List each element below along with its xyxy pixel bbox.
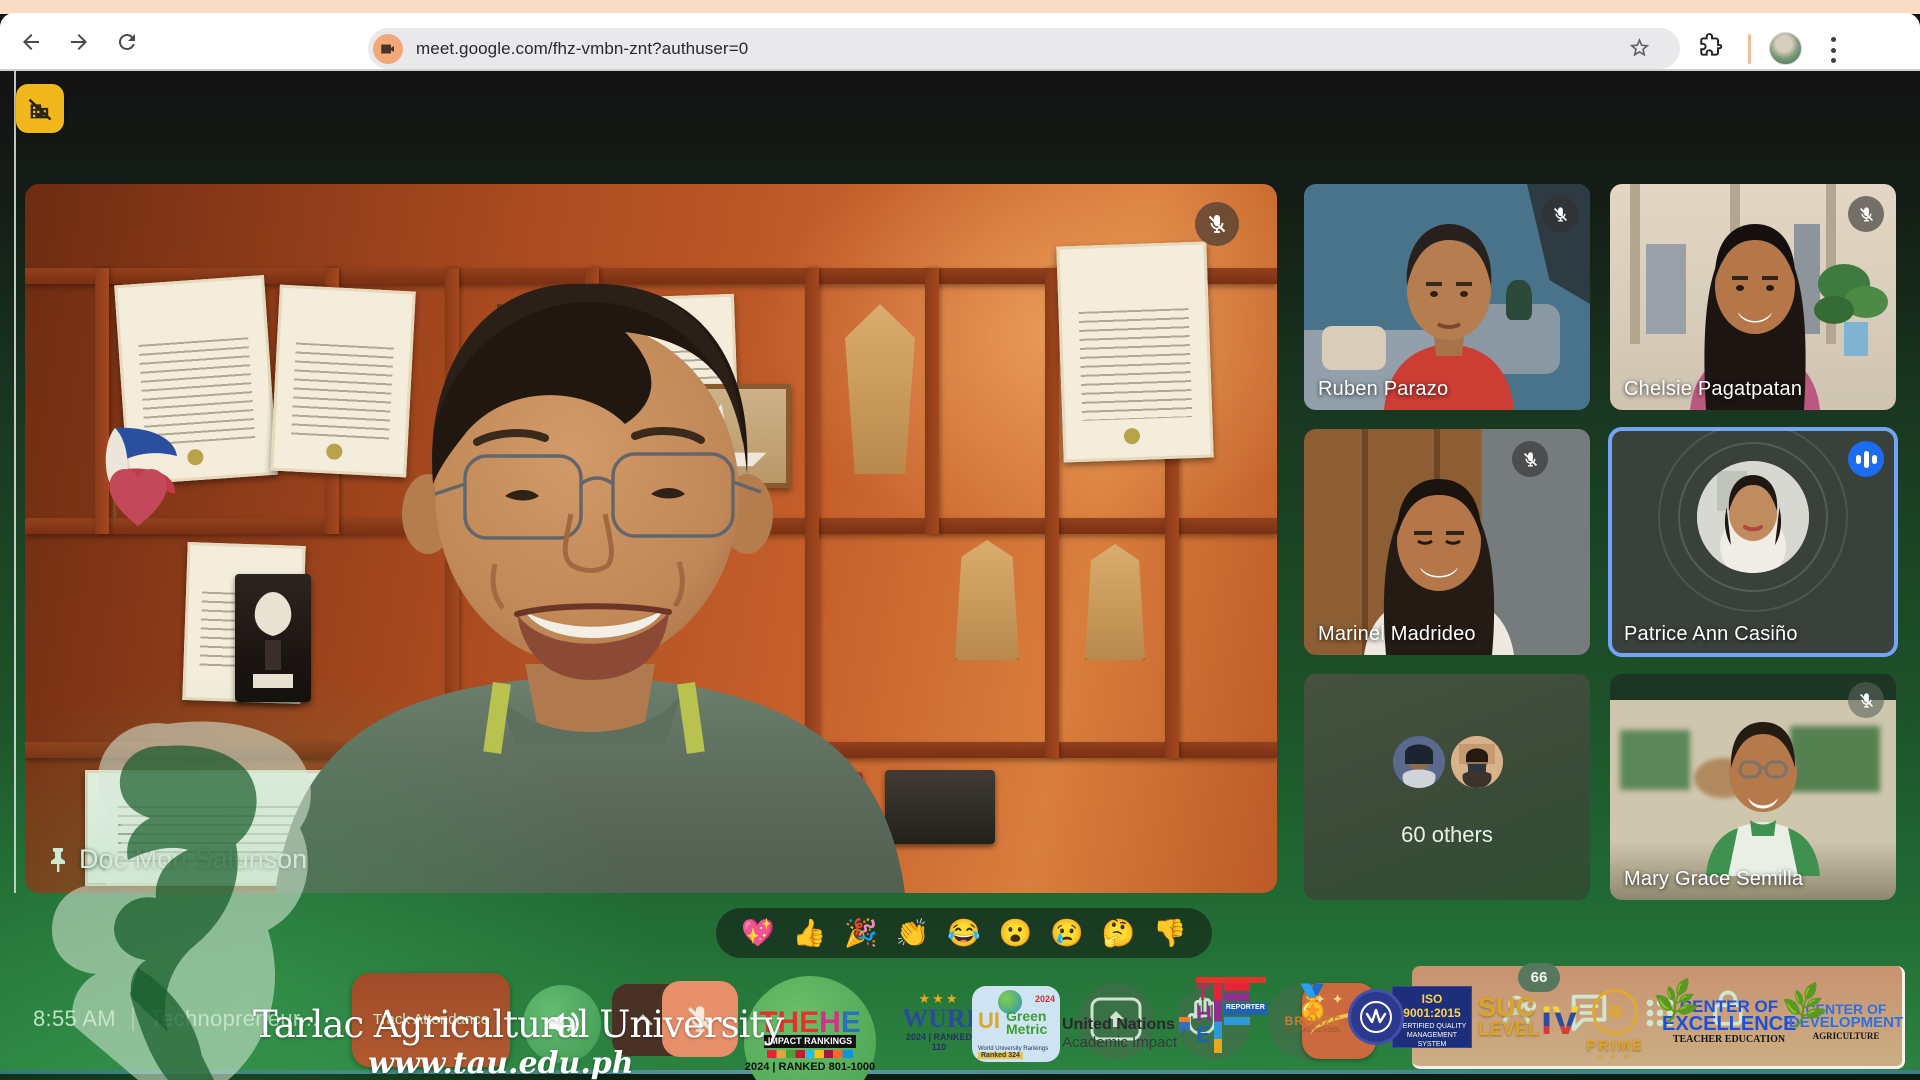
speaking-audio-indicator (1848, 441, 1884, 477)
mic-off-indicator (1195, 202, 1239, 246)
mic-off-indicator (1542, 196, 1578, 232)
toolbar-divider (1748, 34, 1751, 64)
reaction-laugh[interactable]: 😂 (947, 917, 981, 949)
screen: meet.google.com/fhz-vmbn-znt?authuser=0 (0, 0, 1920, 1080)
logo-suc-level: SUC LEVEL (1478, 996, 1539, 1041)
reporter-red-bar (1196, 977, 1266, 983)
others-avatar (1393, 736, 1445, 788)
logo-center-of-excellence: 🌿 CENTER OF EXCELLENCE TEACHER EDUCATION (1662, 999, 1796, 1045)
logo-ui-greenmetric: 2024 UI GreenMetric World University Ran… (972, 986, 1060, 1062)
mic-off-indicator (1848, 196, 1884, 232)
back-button[interactable] (14, 25, 48, 59)
reaction-thumbs-down[interactable]: 👎 (1153, 917, 1187, 949)
forward-arrow-icon (67, 30, 91, 54)
logo-center-of-development: 🌿 CENTER OF DEVELOPMENT AGRICULTURE (1788, 1003, 1904, 1041)
participant-name: Mary Grace Semilla (1624, 868, 1803, 891)
logo-prime-hrm: ❁ PRIME H R M (1584, 989, 1646, 1061)
logo-iso-9001: ISO 9001:2015 CERTIFIED QUALITYMANAGEMEN… (1392, 986, 1472, 1048)
bookmark-star-icon[interactable] (1627, 36, 1652, 66)
others-avatar (1451, 736, 1503, 788)
others-tile[interactable]: 60 others (1304, 674, 1590, 900)
attendance-extension-icon[interactable] (16, 84, 64, 133)
logo-the-reporter: T H E REPORTER (1196, 983, 1274, 1065)
profile-avatar[interactable] (1769, 32, 1802, 65)
back-arrow-icon (19, 30, 43, 54)
wuri-name: WURI (900, 1007, 978, 1030)
impact-rank-label: 2024 | RANKED 801-1000 (745, 1061, 875, 1073)
address-bar[interactable]: meet.google.com/fhz-vmbn-znt?authuser=0 (368, 28, 1680, 69)
reaction-clap[interactable]: 👏 (896, 917, 930, 949)
meet-page: Doc Mon Salunson Ruben Parazo (0, 71, 1920, 1080)
url-text[interactable]: meet.google.com/fhz-vmbn-znt?authuser=0 (416, 39, 748, 59)
participant-name: Chelsie Pagatpatan (1624, 378, 1802, 401)
university-name-overlay: Tarlac Agricultural University (253, 1003, 783, 1046)
reload-button[interactable] (110, 25, 144, 59)
university-website-overlay: www.tau.edu.ph (368, 1046, 634, 1080)
forward-button[interactable] (62, 25, 96, 59)
greenmetric-ui: UI (978, 1008, 1000, 1034)
participant-person (1698, 706, 1828, 876)
participant-name: Marinel Madrideo (1318, 623, 1476, 646)
camera-in-use-icon[interactable] (373, 34, 403, 64)
greenmetric-rank: Ranked 324 (978, 1052, 1023, 1059)
mic-off-indicator (1848, 682, 1884, 718)
building-slash-icon (26, 95, 54, 123)
mic-off-indicator (1512, 441, 1548, 477)
participant-name: Ruben Parazo (1318, 378, 1448, 401)
greenmetric-year: 2024 (1035, 994, 1055, 1004)
sdg-color-strip (767, 1050, 853, 1058)
participant-count-badge: 66 (1518, 963, 1560, 992)
reaction-heart[interactable]: 💖 (741, 917, 775, 949)
reaction-thinking[interactable]: 🤔 (1102, 917, 1136, 949)
others-count-label: 60 others (1304, 822, 1590, 848)
participant-avatar (1697, 461, 1809, 573)
participant-tile-patrice[interactable]: Patrice Ann Casiño (1610, 429, 1896, 655)
logo-suc-level-iv: IV (1541, 999, 1579, 1044)
reload-icon (115, 30, 139, 54)
reaction-cry[interactable]: 😢 (1050, 917, 1084, 949)
reaction-party[interactable]: 🎉 (844, 917, 878, 949)
browser-toolbar: meet.google.com/fhz-vmbn-znt?authuser=0 (0, 13, 1920, 70)
browser-tab-strip (0, 0, 1920, 14)
logo-bronze-global-school: 🏅 BRONZE GLOBAL SCHOOL (1276, 986, 1350, 1060)
reporter-label: REPORTER (1224, 1003, 1267, 1015)
participant-tile-mary[interactable]: Mary Grace Semilla (1610, 674, 1896, 900)
unai-bookmark-icon (1179, 1017, 1190, 1034)
iso-medal-icon (1348, 989, 1404, 1045)
logo-un-academic-impact: United Nations Academic Impact (1062, 1016, 1192, 1051)
reaction-surprised[interactable]: 😮 (999, 917, 1033, 949)
reaction-bar: 💖 👍 🎉 👏 😂 😮 😢 🤔 👎 (716, 908, 1212, 958)
participant-tile-chelsie[interactable]: Chelsie Pagatpatan (1610, 184, 1896, 410)
prime-medal-icon: ❁ (1592, 989, 1638, 1035)
participant-tile-marinel[interactable]: Marinel Madrideo (1304, 429, 1590, 655)
extensions-icon[interactable] (1698, 33, 1724, 64)
wuri-rank: 2024 | RANKED 110 (900, 1032, 978, 1052)
browser-menu-button[interactable] (1830, 37, 1836, 63)
logo-wuri: ★★★ WURI 2024 | RANKED 110 (900, 991, 978, 1052)
participant-tile-ruben[interactable]: Ruben Parazo (1304, 184, 1590, 410)
participant-name: Patrice Ann Casiño (1624, 623, 1798, 646)
reaction-thumbs-up[interactable]: 👍 (793, 917, 827, 949)
left-edge-line (14, 71, 16, 893)
